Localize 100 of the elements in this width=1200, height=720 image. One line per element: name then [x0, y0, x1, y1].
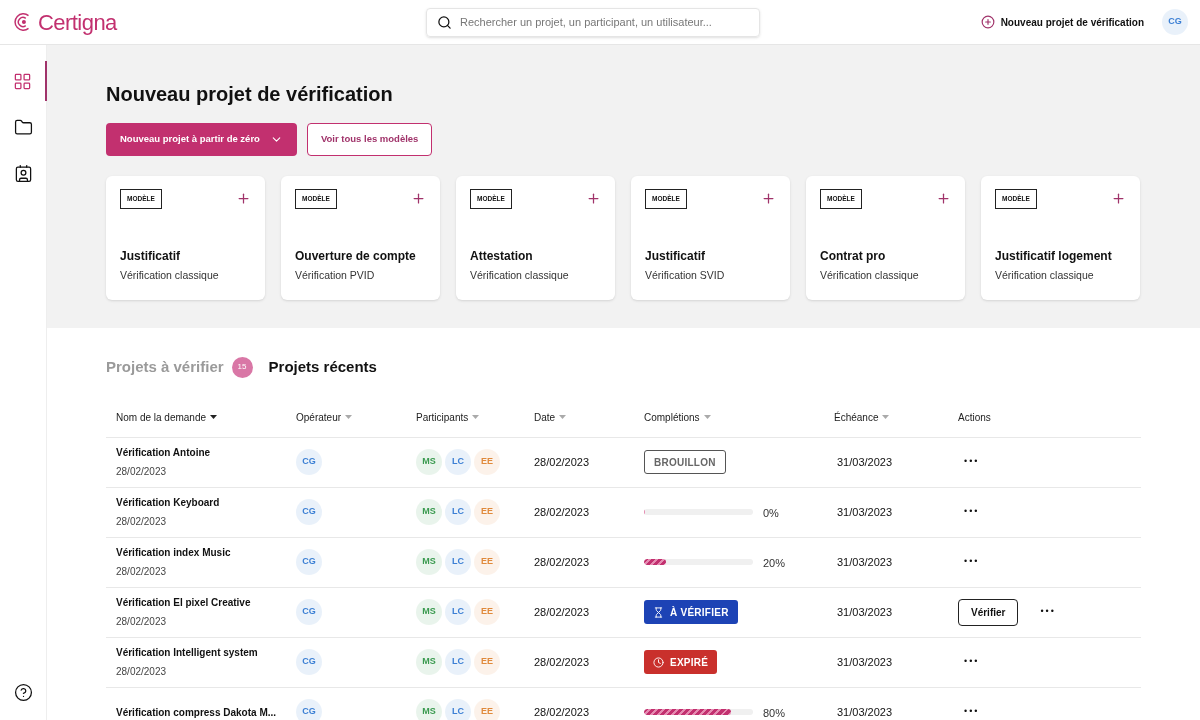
template-subtitle: Vérification classique [820, 267, 920, 283]
participant-avatar: LC [445, 699, 471, 720]
participant-avatar: EE [474, 549, 500, 575]
template-subtitle: Vérification SVID [645, 267, 726, 283]
column-header[interactable]: Participants [416, 409, 469, 425]
column-header: Actions [958, 410, 991, 425]
table-cell-text: 31/03/2023 [836, 454, 894, 470]
template-title: Justificatif [120, 247, 181, 265]
template-title: Contrat pro [820, 247, 887, 265]
search-icon [437, 14, 452, 30]
progress-reading: 80% [763, 705, 786, 720]
table-cell-text: 31/03/2023 [836, 654, 894, 670]
progress-reading: 0% [763, 505, 779, 521]
operator-avatar: CG [296, 699, 322, 720]
status-badge: BROUILLON [644, 450, 726, 474]
participant-avatar: LC [445, 649, 471, 675]
participant-avatar: EE [474, 449, 500, 475]
participant-avatar: EE [474, 649, 500, 675]
verify-button[interactable]: Vérifier [958, 598, 1019, 626]
request-date: 28/02/2023 [116, 515, 168, 529]
table-cell-text: 31/03/2023 [836, 504, 894, 520]
new-project-button[interactable]: Nouveau projet à partir de zéro [106, 123, 297, 156]
participant-avatar: MS [416, 449, 442, 475]
operator-avatar: CG [296, 449, 322, 475]
sort-caret-icon[interactable] [210, 415, 218, 419]
add-icon [761, 191, 776, 206]
template-title: Ouverture de compte [295, 247, 417, 265]
tab[interactable]: Projets récents [268, 356, 377, 379]
add-icon [236, 191, 251, 206]
table-cell-text: 28/02/2023 [534, 454, 591, 470]
column-header[interactable]: Opérateur [296, 409, 342, 425]
table-cell-text: 28/02/2023 [534, 704, 591, 720]
table-cell-text: 31/03/2023 [836, 604, 894, 620]
template-title: Justificatif [645, 247, 706, 265]
request-name[interactable]: Vérification Antoine [116, 445, 296, 460]
table-cell-text: 28/02/2023 [534, 504, 591, 520]
add-icon [1111, 191, 1126, 206]
request-date: 28/02/2023 [116, 565, 168, 579]
templates-button[interactable]: Voir tous les modèles [306, 123, 433, 156]
request-date: 28/02/2023 [116, 465, 168, 479]
add-icon [411, 191, 426, 206]
request-name[interactable]: Vérification Intelligent system [116, 645, 296, 660]
status-badge: À VÉRIFIER [644, 600, 738, 624]
new-project-link[interactable]: Nouveau projet de vérification [980, 14, 1144, 30]
count-badge: 15 [231, 356, 253, 378]
logo-text: Certigna [38, 8, 117, 37]
participant-avatar: MS [416, 549, 442, 575]
search-input[interactable]: Rechercher un projet, un participant, un utilisateur... [460, 13, 749, 31]
participant-avatar: EE [474, 499, 500, 525]
participant-avatar: LC [445, 549, 471, 575]
operator-avatar: CG [296, 549, 322, 575]
request-name[interactable]: Vérification compress Dakota M... [116, 704, 296, 720]
template-title: Attestation [470, 247, 534, 265]
more-button[interactable]: ••• [964, 555, 980, 569]
participant-avatar: MS [416, 699, 442, 720]
contact-book-icon [13, 163, 33, 183]
add-icon [586, 191, 601, 206]
request-name[interactable]: Vérification El pixel Creative [116, 595, 296, 610]
template-subtitle: Vérification classique [120, 267, 220, 283]
progress-reading: 20% [763, 555, 786, 571]
request-date: 28/02/2023 [116, 665, 168, 679]
add-icon [936, 191, 951, 206]
request-date: 28/02/2023 [116, 615, 168, 629]
section-title: Nouveau projet de vérification [106, 82, 394, 107]
table-cell-text: 31/03/2023 [836, 704, 894, 720]
column-header[interactable]: Échéance [834, 409, 879, 425]
more-button[interactable]: ••• [1040, 605, 1056, 619]
add-icon [980, 15, 995, 29]
more-button[interactable]: ••• [964, 505, 980, 519]
template-title: Justificatif logement [995, 247, 1113, 265]
request-name[interactable]: Vérification index Music [116, 545, 296, 560]
operator-avatar: CG [296, 649, 322, 675]
clock-icon [653, 656, 664, 668]
folder-icon [13, 117, 33, 137]
template-subtitle: Vérification classique [995, 267, 1095, 283]
participant-avatar: EE [474, 599, 500, 625]
help-icon[interactable] [13, 683, 33, 702]
column-header[interactable]: Complétions [644, 409, 700, 425]
request-name[interactable]: Vérification Keyboard [116, 495, 296, 510]
participant-avatar: LC [445, 499, 471, 525]
status-badge: EXPIRÉ [644, 650, 718, 674]
more-button[interactable]: ••• [964, 705, 980, 719]
participant-avatar: EE [474, 699, 500, 720]
table-cell-text: 28/02/2023 [534, 654, 591, 670]
participant-avatar: LC [445, 599, 471, 625]
more-button[interactable]: ••• [964, 455, 980, 469]
participant-avatar: MS [416, 649, 442, 675]
template-subtitle: Vérification PVID [295, 267, 376, 283]
table-cell-text: 31/03/2023 [836, 554, 894, 570]
operator-avatar: CG [296, 499, 322, 525]
grid-icon [12, 71, 32, 91]
column-header[interactable]: Nom de la demande [116, 409, 207, 425]
participant-avatar: MS [416, 599, 442, 625]
participant-avatar: LC [445, 449, 471, 475]
participant-avatar: MS [416, 499, 442, 525]
table-cell-text: 28/02/2023 [534, 604, 591, 620]
more-button[interactable]: ••• [964, 655, 980, 669]
column-header[interactable]: Date [534, 409, 556, 425]
search-field[interactable]: Rechercher un projet, un participant, un utilisateur... [426, 7, 760, 37]
template-subtitle: Vérification classique [470, 267, 570, 283]
